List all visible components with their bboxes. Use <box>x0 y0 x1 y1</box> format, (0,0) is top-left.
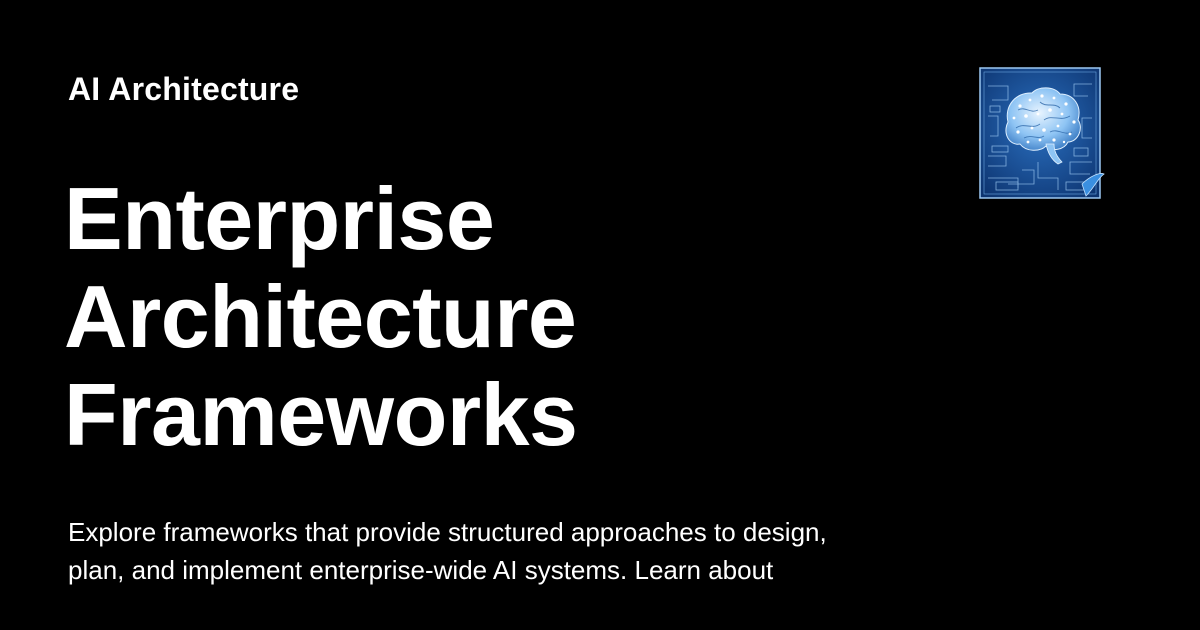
brain-blueprint-icon <box>978 66 1106 202</box>
description-line: plan, and implement enterprise-wide AI s… <box>68 555 774 585</box>
page-description: Explore frameworks that provide structur… <box>68 513 928 589</box>
title-line: Frameworks <box>64 365 578 464</box>
title-line: Enterprise <box>64 169 495 268</box>
page-title: Enterprise Architecture Frameworks <box>64 170 824 464</box>
description-line: Explore frameworks that provide structur… <box>68 517 827 547</box>
site-name: AI Architecture <box>68 71 300 107</box>
title-line: Architecture <box>64 267 577 366</box>
